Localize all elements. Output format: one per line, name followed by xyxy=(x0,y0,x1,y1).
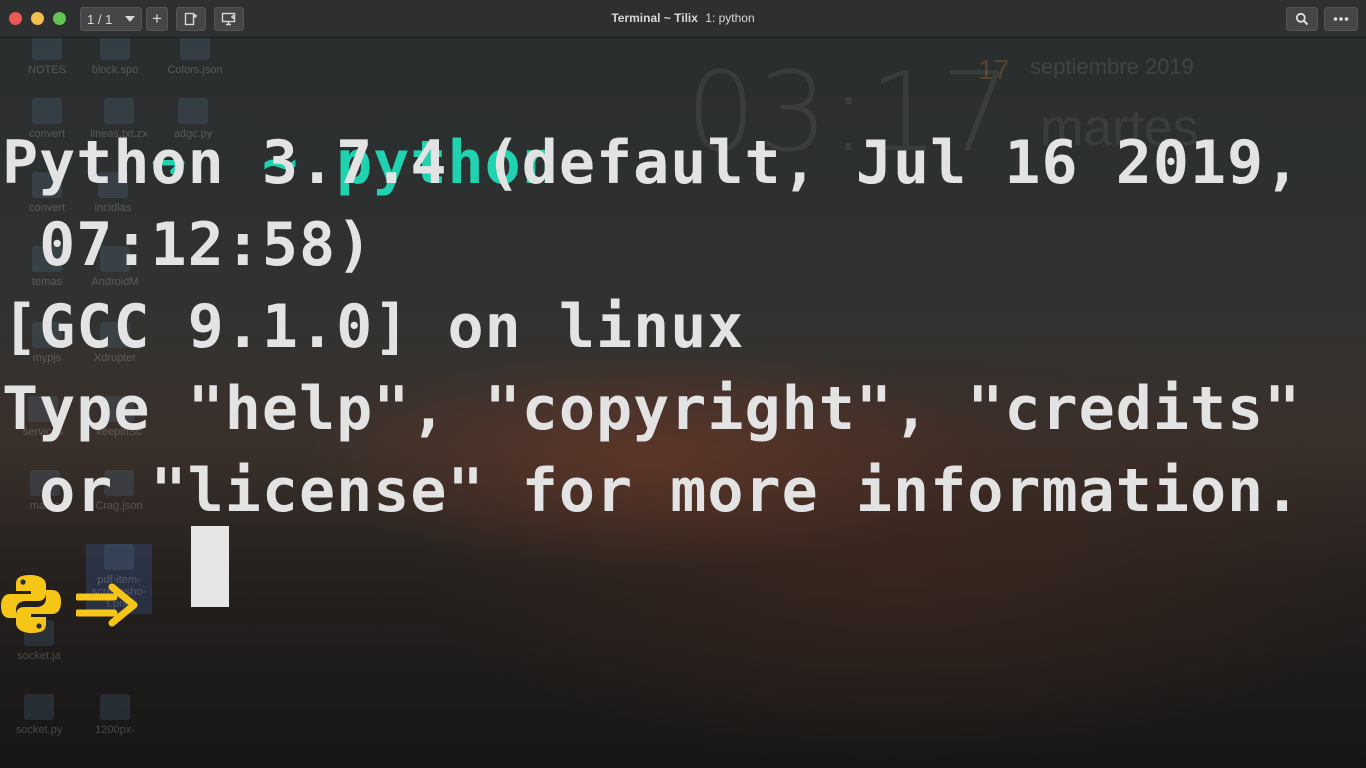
window-titlebar: 1 / 1 + Terminal ~ Tilix 1: python xyxy=(0,0,1366,38)
output-line: [GCC 9.1.0] on linux xyxy=(2,292,745,362)
menu-button[interactable] xyxy=(1324,7,1358,31)
python-logo-icon xyxy=(1,575,61,633)
terminal-cursor xyxy=(191,526,229,607)
search-button[interactable] xyxy=(1286,7,1318,31)
output-line: Python 3.7.4 (default, Jul 16 2019, xyxy=(2,128,1302,198)
terminal-view[interactable]: ➜ ~ python Python 3.7.4 (default, Jul 16… xyxy=(0,38,1366,768)
output-line: or "license" for more information. xyxy=(2,456,1302,526)
window-title: Terminal ~ Tilix 1: python xyxy=(611,11,755,25)
more-icon xyxy=(1333,17,1349,21)
output-line: 07:12:58) xyxy=(2,210,374,280)
search-icon xyxy=(1295,12,1309,26)
repl-prompt-arrow-icon xyxy=(76,583,138,627)
output-line: Type "help", "copyright", "credits" xyxy=(2,374,1302,444)
